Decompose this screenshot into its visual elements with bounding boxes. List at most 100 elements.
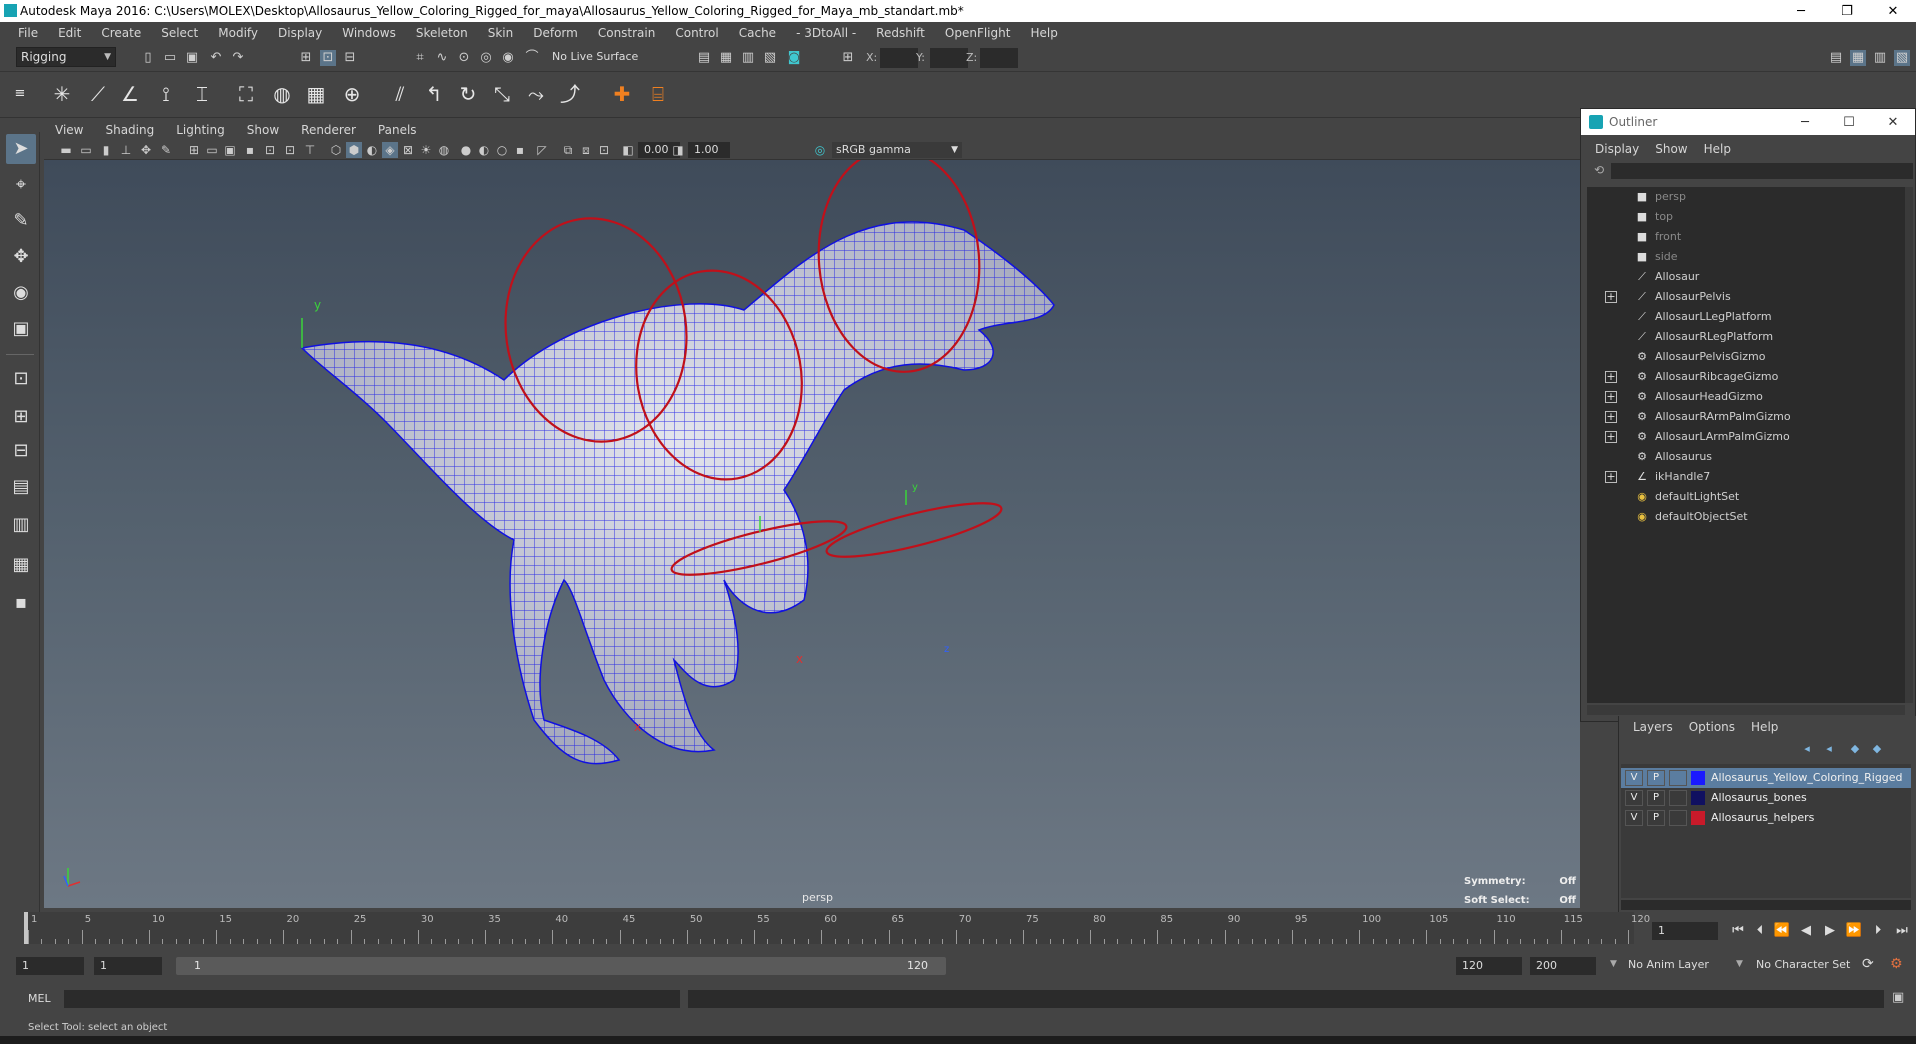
motion-blur-icon[interactable]: ◐ [476,142,492,158]
safe-action-icon[interactable]: ⊡ [282,142,298,158]
x-field[interactable] [880,48,918,68]
outliner-item[interactable]: + ⚙ AllosaurLArmPalmGizmo [1587,427,1905,447]
shelf-menu-icon[interactable]: ≡ [12,80,28,108]
outliner-item[interactable]: + ⚙ AllosaurRibcageGizmo [1587,367,1905,387]
grease-pencil-icon[interactable]: ✎ [158,142,174,158]
outliner-search-input[interactable] [1611,163,1913,179]
2d-pan-zoom-icon[interactable]: ✥ [138,142,154,158]
color-space-dropdown[interactable]: sRGB gamma ▼ [832,142,962,158]
point-constraint-icon[interactable]: ↰ [420,80,448,108]
outliner-item[interactable]: ■ front [1587,227,1905,247]
render-frame-icon[interactable]: ▦ [718,50,734,66]
paint-select-icon[interactable]: ✎ [6,206,36,236]
outliner-item[interactable]: ⚙ AllosaurPelvisGizmo [1587,347,1905,367]
paint-weights-icon[interactable]: ◍ [268,80,296,108]
expand-icon[interactable]: + [1605,371,1617,383]
hypershade-layout-icon[interactable]: ▦ [6,550,36,580]
outliner-item[interactable]: + ⚙ AllosaurHeadGizmo [1587,387,1905,407]
select-object-icon[interactable]: ⊡ [320,50,336,66]
animation-end-field[interactable]: 200 [1530,957,1596,975]
menu-cache[interactable]: Cache [729,26,786,40]
snap-curve-icon[interactable]: ∿ [434,50,450,66]
insert-joint-icon[interactable]: ⌶ [188,80,216,108]
menu-create[interactable]: Create [91,26,151,40]
viewport-menu-show[interactable]: Show [236,123,290,137]
y-field[interactable] [930,48,968,68]
undo-icon[interactable]: ↶ [208,50,224,66]
outliner-menu-display[interactable]: Display [1587,142,1647,156]
step-forward-key-icon[interactable]: ⏩ [1844,922,1864,940]
gamma-field[interactable]: 1.00 [688,142,730,158]
ik-handle-tool-icon[interactable]: ∠ [116,80,144,108]
character-set-dropdown[interactable]: No Character Set [1756,958,1850,971]
screen-space-ao-icon[interactable]: ● [458,142,474,158]
rotate-tool-icon[interactable]: ◉ [6,278,36,308]
channel-box-icon[interactable]: ▧ [1894,50,1910,66]
allosaurus-mesh[interactable] [300,221,1055,765]
layer-row[interactable]: V P Allosaurus_Yellow_Coloring_Rigged [1621,768,1911,788]
close-button[interactable]: ✕ [1870,0,1916,22]
new-layer-from-selection-icon[interactable]: ◆ [1869,742,1885,758]
play-forwards-icon[interactable]: ▶ [1820,922,1840,940]
playback-end-field[interactable]: 120 [1456,957,1522,975]
set-key-icon[interactable]: ✚ [608,80,636,108]
filter-icon[interactable]: ⟲ [1591,163,1607,179]
perspective-viewport[interactable]: y y x x z persp Symmetry: Off Soft Selec… [44,160,1580,908]
textured-icon[interactable]: ⊠ [400,142,416,158]
visibility-toggle[interactable]: V [1625,790,1643,806]
outliner-vertical-scrollbar[interactable] [1905,187,1913,703]
use-all-lights-icon[interactable]: ☀ [418,142,434,158]
wireframe-icon[interactable]: ⬡ [328,142,344,158]
script-editor-icon[interactable]: ▣ [1892,990,1904,1005]
select-tool-icon[interactable]: ➤ [6,134,36,164]
layer-row[interactable]: V P Allosaurus_bones [1621,788,1911,808]
menu-3dtoall[interactable]: - 3DtoAll - [786,26,866,40]
expand-icon[interactable]: + [1605,291,1617,303]
snap-surface-icon[interactable]: ◉ [500,50,516,66]
film-gate-icon[interactable]: ▭ [204,142,220,158]
chevron-down-icon[interactable]: ▼ [1736,959,1743,969]
anim-layer-dropdown[interactable]: No Anim Layer [1628,958,1709,971]
menu-skeleton[interactable]: Skeleton [406,26,478,40]
open-scene-icon[interactable]: ▭ [162,50,178,66]
xray-joints-icon[interactable]: ⧈ [578,142,594,158]
outliner-title-bar[interactable]: Outliner ─ ☐ ✕ [1581,109,1915,135]
resolution-gate-icon[interactable]: ▣ [222,142,238,158]
step-back-key-icon[interactable]: ⏪ [1772,922,1792,940]
menu-file[interactable]: File [8,26,48,40]
bind-skin-icon[interactable]: ⛶ [232,80,260,108]
playback-toggle[interactable]: P [1647,810,1665,826]
command-input[interactable] [64,990,680,1008]
parent-constraint-icon[interactable]: ⫽ [386,80,414,108]
step-forward-frame-icon[interactable]: ⏵ [1868,922,1888,940]
depth-of-field-icon[interactable]: ▪ [512,142,528,158]
play-backwards-icon[interactable]: ◀ [1796,922,1816,940]
lattice-icon[interactable]: ▦ [302,80,330,108]
menu-deform[interactable]: Deform [523,26,588,40]
joint-tool-icon[interactable]: ⟋ [84,80,112,108]
save-scene-icon[interactable]: ▣ [184,50,200,66]
display-type-toggle[interactable] [1669,790,1687,806]
z-field[interactable] [980,48,1018,68]
layer-horizontal-scrollbar[interactable] [1621,900,1911,910]
gamma-icon[interactable]: ◨ [670,142,686,158]
layer-menu-options[interactable]: Options [1681,720,1743,734]
layer-menu-help[interactable]: Help [1743,720,1786,734]
attribute-editor-icon[interactable]: ▦ [1850,50,1866,66]
snap-view-plane-icon[interactable]: ◎ [478,50,494,66]
outliner-menu-help[interactable]: Help [1696,142,1739,156]
move-tool-icon[interactable]: ✥ [6,242,36,272]
xray-icon[interactable]: ⧉ [560,142,576,158]
locator-icon[interactable]: ✳ [48,80,76,108]
single-pane-layout-icon[interactable]: ⊡ [6,364,36,394]
viewport-menu-renderer[interactable]: Renderer [290,123,367,137]
menu-help[interactable]: Help [1020,26,1067,40]
hypershade-icon[interactable]: ◙ [786,50,802,66]
tool-settings-icon[interactable]: ▥ [1872,50,1888,66]
range-slider[interactable]: 1 120 [176,957,946,975]
snap-grid-icon[interactable]: ⌗ [412,50,428,66]
visibility-toggle[interactable]: V [1625,770,1643,786]
layer-menu-layers[interactable]: Layers [1625,720,1681,734]
field-chart-icon[interactable]: ⊡ [262,142,278,158]
outliner-layout-icon[interactable]: ▤ [6,472,36,502]
